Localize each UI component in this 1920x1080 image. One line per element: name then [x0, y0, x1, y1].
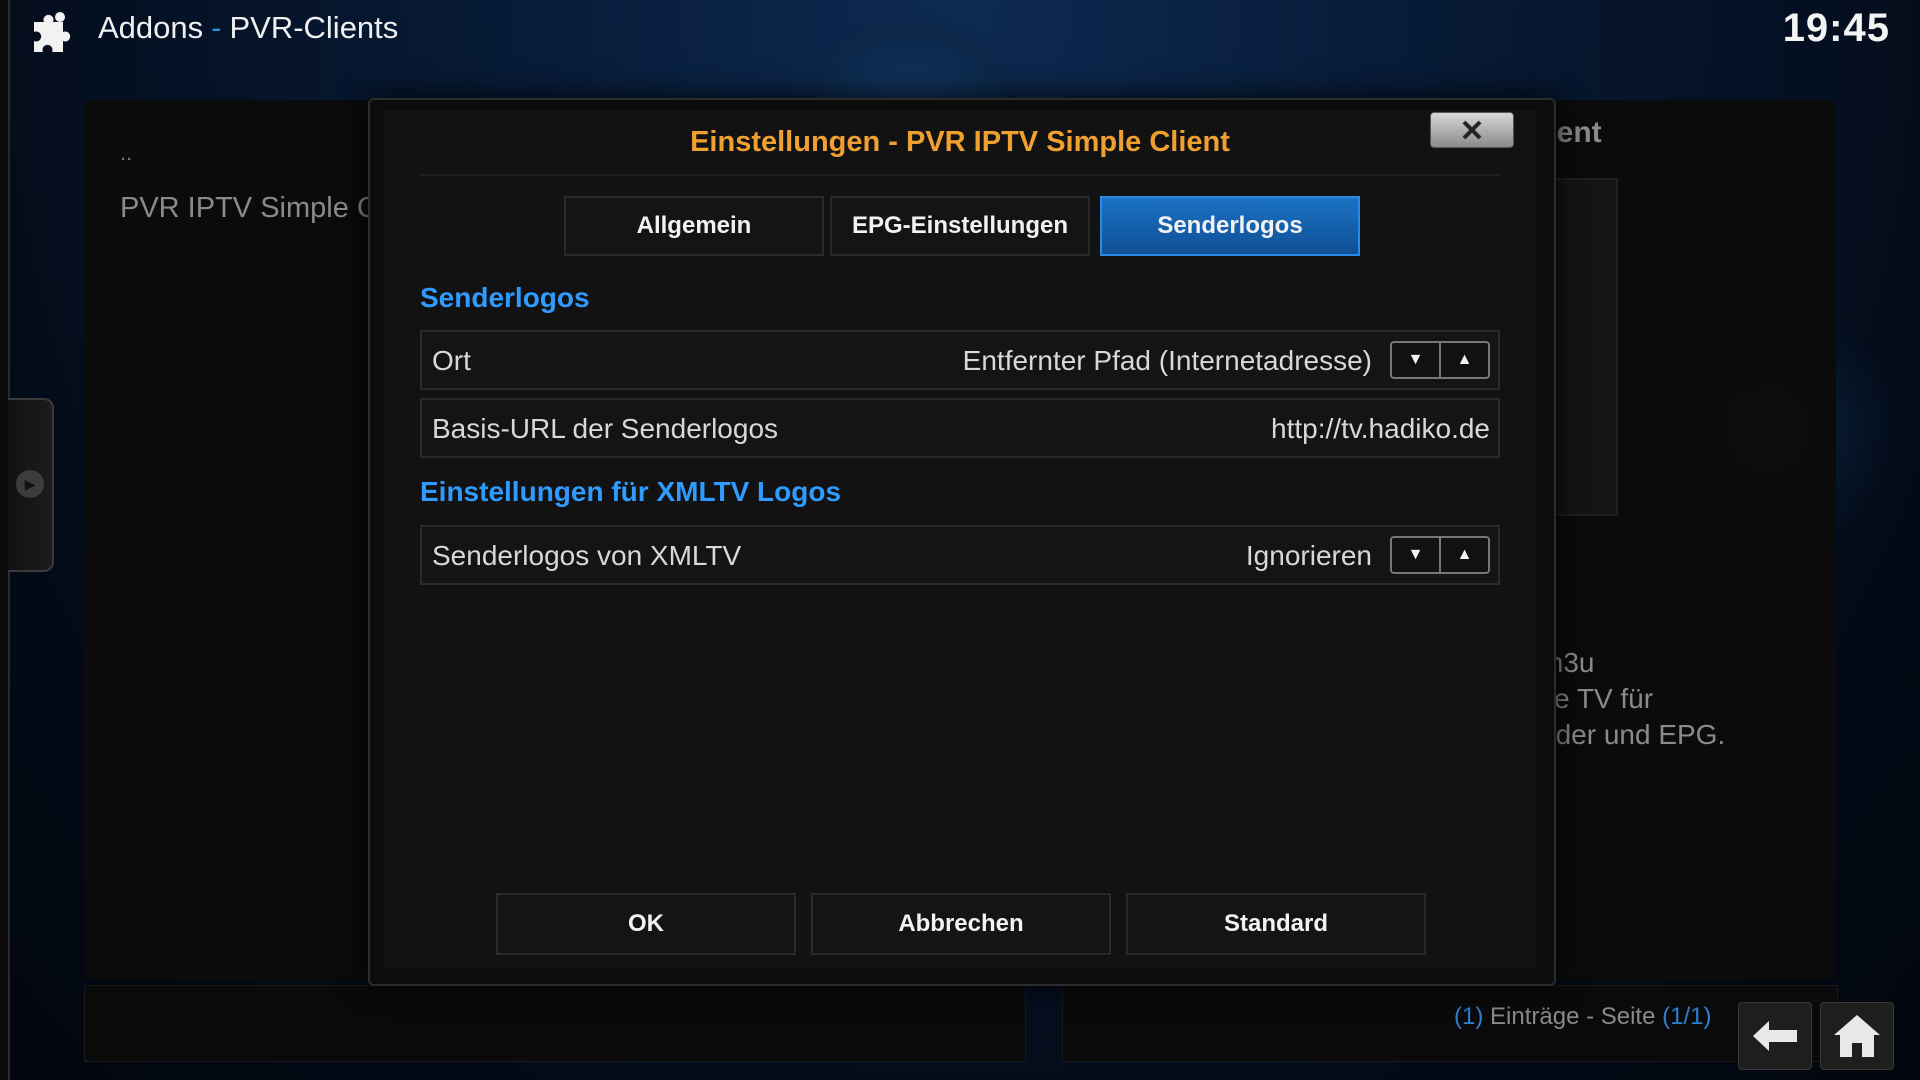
page-open: ( — [1662, 1003, 1671, 1030]
header: Addons - PVR-Clients 19:45 — [0, 0, 1920, 70]
tab-allgemein[interactable]: Allgemein — [564, 196, 824, 256]
arrow-up-icon[interactable]: ▲ — [1439, 538, 1488, 572]
page-close: ) — [1703, 1003, 1712, 1030]
addon-description: m3u ve TV für nder und EPG. — [1540, 647, 1726, 750]
count-value: 1 — [1462, 1003, 1476, 1030]
section-title-xmltv-logos: Einstellungen für XMLTV Logos — [420, 476, 842, 507]
entries-count: (1) Einträge - Seite (1/1) — [1454, 1003, 1712, 1031]
setting-value: Entfernter Pfad (Internetadresse) — [962, 345, 1372, 376]
page-value: 1/1 — [1670, 1003, 1704, 1030]
list-item[interactable]: PVR IPTV Simple Client — [120, 192, 370, 225]
arrow-down-icon[interactable]: ▼ — [1392, 343, 1439, 377]
spin-control: ▼ ▲ — [1390, 536, 1490, 574]
breadcrumb-current: PVR-Clients — [229, 10, 399, 45]
close-button[interactable] — [1430, 112, 1514, 148]
arrow-down-icon[interactable]: ▼ — [1392, 538, 1439, 572]
addon-logo-frame — [1546, 178, 1618, 516]
home-icon — [1834, 1015, 1880, 1057]
dialog-header: Einstellungen - PVR IPTV Simple Client — [420, 118, 1500, 176]
spin-control: ▼ ▲ — [1390, 341, 1490, 379]
arrow-up-icon[interactable]: ▲ — [1439, 343, 1488, 377]
puzzle-icon — [34, 12, 71, 53]
default-button[interactable]: Standard — [1126, 893, 1426, 955]
setting-ort[interactable]: Ort Entfernter Pfad (Internetadresse) ▼ … — [420, 330, 1500, 390]
setting-basis-url[interactable]: Basis-URL der Senderlogos http://tv.hadi… — [420, 398, 1500, 458]
side-menu-handle[interactable]: ▶ — [8, 398, 54, 572]
cancel-button[interactable]: Abbrechen — [811, 893, 1111, 955]
tab-epg-einstellungen[interactable]: EPG-Einstellungen — [830, 196, 1090, 256]
count-open: ( — [1454, 1003, 1462, 1030]
ok-button[interactable]: OK — [496, 893, 796, 955]
chevron-right-icon: ▶ — [16, 470, 44, 498]
setting-label: Basis-URL der Senderlogos — [432, 413, 779, 444]
breadcrumb-separator: - — [211, 10, 222, 45]
tab-senderlogos[interactable]: Senderlogos — [1100, 196, 1360, 256]
section-title-senderlogos: Senderlogos — [420, 282, 590, 313]
home-button[interactable] — [1820, 1002, 1894, 1070]
close-icon — [1462, 120, 1482, 140]
setting-label: Ort — [432, 345, 471, 376]
breadcrumb-root: Addons — [98, 10, 204, 45]
setting-value: http://tv.hadiko.de — [1271, 413, 1490, 444]
breadcrumb: Addons - PVR-Clients — [98, 10, 398, 46]
back-button[interactable] — [1738, 1002, 1812, 1070]
setting-senderlogos-xmltv[interactable]: Senderlogos von XMLTV Ignorieren ▼ ▲ — [420, 525, 1500, 585]
bottom-bar-right — [1062, 985, 1838, 1062]
list-parent-item[interactable]: .. — [120, 140, 132, 166]
dialog-title: Einstellungen - PVR IPTV Simple Client — [690, 126, 1230, 158]
setting-value: Ignorieren — [1245, 540, 1372, 571]
setting-label: Senderlogos von XMLTV — [432, 540, 742, 571]
back-arrow-icon — [1753, 1021, 1797, 1051]
entries-label: Einträge - Seite — [1483, 1003, 1663, 1030]
bottom-bar-left — [84, 985, 1026, 1062]
clock: 19:45 — [1782, 6, 1890, 50]
